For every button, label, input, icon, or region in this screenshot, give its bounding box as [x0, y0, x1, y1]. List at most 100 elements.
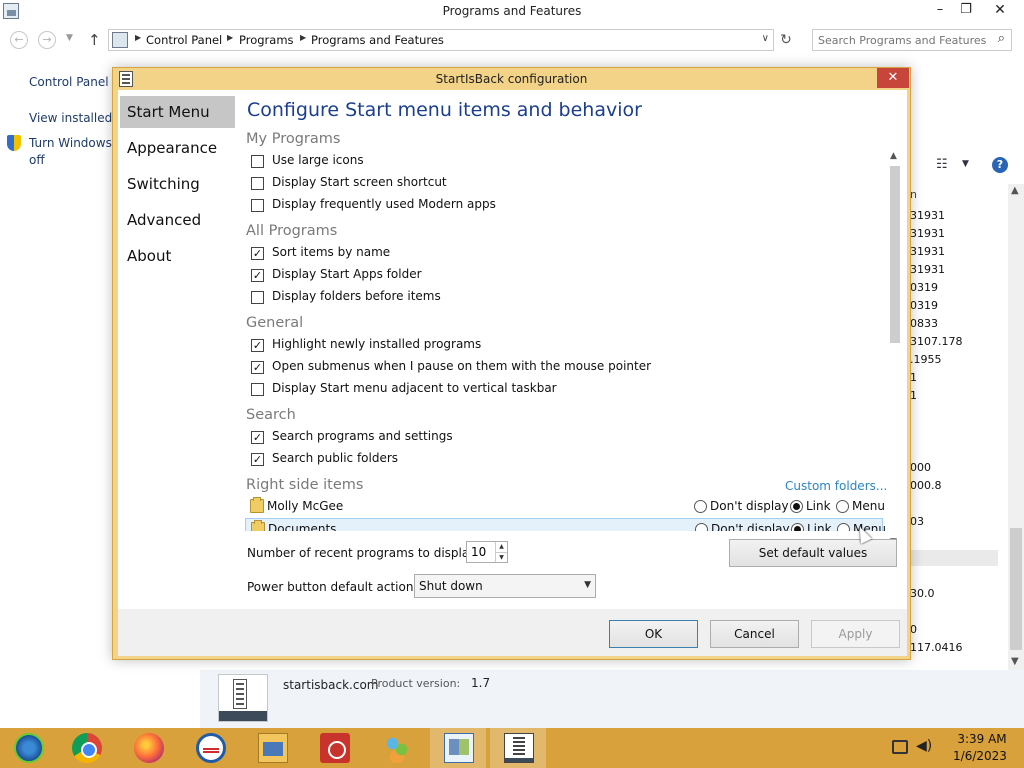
minimize-button[interactable]: –	[930, 0, 950, 20]
chevron-down-icon[interactable]: ▼	[962, 159, 969, 169]
list-cell-version[interactable]: 31931	[910, 263, 945, 276]
radio-link[interactable]	[790, 500, 803, 513]
back-arrow-icon[interactable]: ←	[10, 31, 28, 49]
list-cell-version[interactable]: 31931	[910, 245, 945, 258]
ok-button[interactable]: OK	[609, 620, 698, 648]
radio-menu[interactable]	[836, 500, 849, 513]
recent-programs-stepper[interactable]: ▲ ▼	[466, 541, 508, 563]
settings-scrollbar[interactable]: ▲ ▼	[887, 149, 901, 550]
checkbox-label[interactable]: Display Start menu adjacent to vertical …	[272, 381, 557, 395]
checkbox-checked[interactable]: ✓	[251, 247, 264, 260]
checkbox-checked[interactable]: ✓	[251, 453, 264, 466]
sidebar-link-turn-windows-features[interactable]: Turn Windows	[29, 136, 112, 150]
radio-label[interactable]: Menu	[852, 499, 885, 513]
up-arrow-icon[interactable]: ↑	[88, 31, 101, 49]
column-header-version[interactable]: n	[910, 188, 917, 201]
right-item-row[interactable]: Molly McGee Don't display Link Menu	[245, 496, 885, 518]
scroll-up-icon[interactable]: ▲	[1011, 185, 1019, 196]
list-scrollbar[interactable]: ▲ ▼	[1008, 184, 1024, 670]
taskbar-item-toolbox[interactable]	[306, 728, 362, 768]
checkbox[interactable]	[251, 155, 264, 168]
recent-locations-chevron-icon[interactable]: ▼	[66, 33, 73, 43]
sidebar-link-control-panel-home[interactable]: Control Panel H	[29, 75, 121, 89]
checkbox-label[interactable]: Search public folders	[272, 451, 398, 465]
nav-item-switching[interactable]: Switching	[120, 168, 235, 200]
sidebar-link-turn-windows-features-continued[interactable]: off	[29, 153, 45, 167]
clock-date[interactable]: 1/6/2023	[945, 749, 1015, 763]
taskbar-item-control-panel[interactable]	[430, 728, 486, 768]
view-options-icon[interactable]: ☷	[936, 157, 948, 172]
search-box[interactable]: ⌕	[812, 29, 1012, 51]
custom-folders-link[interactable]: Custom folders...	[785, 479, 887, 493]
refresh-icon[interactable]: ↻	[776, 31, 796, 49]
taskbar-item-messenger[interactable]	[368, 728, 424, 768]
checkbox-label[interactable]: Display Start Apps folder	[272, 267, 422, 281]
cancel-button[interactable]: Cancel	[710, 620, 799, 648]
forward-arrow-icon[interactable]: →	[38, 31, 56, 49]
checkbox[interactable]	[251, 199, 264, 212]
list-cell-version[interactable]: 000	[910, 461, 931, 474]
checkbox-label[interactable]: Use large icons	[272, 153, 364, 167]
breadcrumb-programs-and-features[interactable]: Programs and Features	[311, 33, 444, 47]
taskbar-item-start[interactable]	[0, 728, 56, 768]
checkbox-checked[interactable]: ✓	[251, 269, 264, 282]
search-icon[interactable]: ⌕	[998, 31, 1005, 46]
breadcrumb-control-panel[interactable]: Control Panel	[146, 33, 222, 47]
list-cell-version[interactable]: 30.0	[910, 587, 935, 600]
checkbox-label[interactable]: Open submenus when I pause on them with …	[272, 359, 651, 373]
stepper-down-icon[interactable]: ▼	[495, 552, 507, 562]
list-cell-version[interactable]: 0319	[910, 299, 938, 312]
dialog-titlebar[interactable]: StartIsBack configuration ✕	[113, 68, 910, 90]
list-cell-version[interactable]: 117.0416	[910, 641, 963, 654]
radio-dont-display[interactable]	[695, 523, 708, 531]
close-button[interactable]: ✕	[978, 0, 1022, 20]
nav-item-appearance[interactable]: Appearance	[120, 132, 235, 164]
nav-item-about[interactable]: About	[120, 240, 235, 272]
list-cell-version[interactable]: 1	[910, 389, 917, 402]
maximize-button[interactable]: ❐	[956, 0, 976, 20]
list-cell-version[interactable]: 03	[910, 515, 924, 528]
chevron-down-icon[interactable]: ∨	[762, 33, 769, 44]
list-cell-version[interactable]: 3107.178	[910, 335, 963, 348]
address-bar[interactable]: ▶ Control Panel ▶ Programs ▶ Programs an…	[108, 29, 774, 51]
radio-label[interactable]: Don't display	[710, 499, 789, 513]
volume-icon[interactable]: ◀)	[916, 738, 932, 754]
checkbox-checked[interactable]: ✓	[251, 339, 264, 352]
network-icon[interactable]	[892, 740, 908, 754]
list-cell-version[interactable]: 1	[910, 371, 917, 384]
scroll-up-icon[interactable]: ▲	[890, 151, 897, 161]
radio-dont-display[interactable]	[694, 500, 707, 513]
radio-link[interactable]	[791, 523, 804, 531]
nav-item-advanced[interactable]: Advanced	[120, 204, 235, 236]
dialog-close-button[interactable]: ✕	[877, 68, 909, 88]
breadcrumb-separator-icon[interactable]: ▶	[135, 33, 141, 42]
list-cell-version[interactable]: 000.8	[910, 479, 942, 492]
recent-programs-input[interactable]	[467, 542, 493, 562]
taskbar-item-startisback[interactable]	[490, 728, 546, 768]
checkbox[interactable]	[251, 383, 264, 396]
sidebar-link-view-installed-updates[interactable]: View installed	[29, 111, 112, 125]
checkbox-label[interactable]: Search programs and settings	[272, 429, 453, 443]
checkbox-label[interactable]: Display folders before items	[272, 289, 441, 303]
taskbar-item-firefox[interactable]	[120, 728, 176, 768]
chevron-down-icon[interactable]: ▼	[584, 580, 591, 590]
scroll-down-icon[interactable]: ▼	[1011, 656, 1019, 667]
checkbox-checked[interactable]: ✓	[251, 361, 264, 374]
radio-menu[interactable]	[837, 523, 850, 531]
list-cell-version[interactable]: 0	[910, 623, 917, 636]
list-cell-version[interactable]: 31931	[910, 227, 945, 240]
breadcrumb-separator-icon[interactable]: ▶	[227, 33, 233, 42]
checkbox[interactable]	[251, 291, 264, 304]
checkbox-label[interactable]: Display Start screen shortcut	[272, 175, 447, 189]
taskbar-item-app[interactable]	[182, 728, 238, 768]
checkbox-label[interactable]: Display frequently used Modern apps	[272, 197, 496, 211]
right-item-row[interactable]: Documents Don't display Link Menu	[245, 518, 886, 531]
scrollbar-thumb[interactable]	[1010, 528, 1022, 650]
stepper-up-icon[interactable]: ▲	[495, 542, 507, 552]
checkbox-label[interactable]: Highlight newly installed programs	[272, 337, 481, 351]
checkbox-checked[interactable]: ✓	[251, 431, 264, 444]
apply-button[interactable]: Apply	[811, 620, 900, 648]
list-cell-version[interactable]: 31931	[910, 209, 945, 222]
checkbox-label[interactable]: Sort items by name	[272, 245, 390, 259]
list-cell-version[interactable]: 0833	[910, 317, 938, 330]
